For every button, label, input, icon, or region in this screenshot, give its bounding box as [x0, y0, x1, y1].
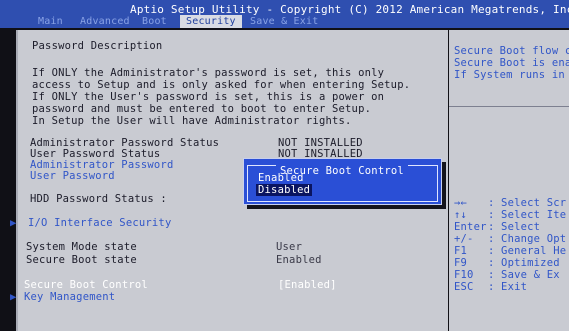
key-help-text: : Exit	[488, 281, 528, 293]
key-help-text: : Select Scr	[488, 197, 567, 209]
key-help-text: : Optimized	[488, 257, 560, 269]
submenu-arrow-icon: ▶	[10, 217, 17, 229]
key-help-text: : General He	[488, 245, 567, 257]
key-help-text: : Change Opt	[488, 233, 567, 245]
help-line: Secure Boot flow c	[454, 45, 569, 57]
tab-bar: Main Advanced Boot Security Save & Exit	[0, 15, 569, 28]
secure-boot-control-popup: Secure Boot Control Enabled Disabled	[243, 158, 442, 205]
help-line: If System runs in	[454, 69, 565, 81]
io-interface-security-item[interactable]: I/O Interface Security	[28, 217, 171, 229]
system-mode-label: System Mode state	[26, 241, 137, 253]
description-line: password and must be entered to boot to …	[32, 103, 372, 115]
key-f10: F10	[454, 269, 474, 281]
key-up-down-icon: ↑↓	[454, 209, 468, 221]
secure-boot-control-value[interactable]: [Enabled]	[278, 279, 337, 291]
description-line: access to Setup and is only asked for wh…	[32, 79, 411, 91]
secure-boot-state-label: Secure Boot state	[26, 254, 137, 266]
key-f9: F9	[454, 257, 468, 269]
popup-option-enabled[interactable]: Enabled	[258, 172, 304, 184]
secure-boot-control-item[interactable]: Secure Boot Control	[24, 279, 148, 291]
bios-screen: Aptio Setup Utility - Copyright (C) 2012…	[0, 0, 569, 331]
key-left-right-icon: →←	[454, 197, 468, 209]
tab-save-exit[interactable]: Save & Exit	[250, 15, 318, 28]
tab-boot[interactable]: Boot	[142, 15, 167, 28]
key-help-text: : Save & Ex	[488, 269, 560, 281]
key-help-text: : Select Ite	[488, 209, 567, 221]
tab-security[interactable]: Security	[180, 15, 242, 28]
section-title: Password Description	[32, 40, 163, 52]
help-panel: Secure Boot flow c Secure Boot is ena If…	[449, 30, 569, 331]
key-management-item[interactable]: Key Management	[24, 291, 115, 303]
help-divider	[449, 106, 569, 107]
key-f1: F1	[454, 245, 468, 257]
popup-option-disabled[interactable]: Disabled	[256, 184, 313, 196]
description-line: In Setup the User will have Administrato…	[32, 115, 352, 127]
description-line: If ONLY the Administrator's password is …	[32, 67, 385, 79]
key-esc: ESC	[454, 281, 474, 293]
key-enter: Enter	[454, 221, 487, 233]
key-help-text: : Select	[488, 221, 541, 233]
user-password-item[interactable]: User Password	[30, 170, 115, 182]
submenu-arrow-icon: ▶	[10, 291, 17, 303]
help-line: Secure Boot is ena	[454, 57, 569, 69]
system-mode-value: User	[276, 241, 303, 253]
tab-main[interactable]: Main	[38, 15, 63, 28]
tab-advanced[interactable]: Advanced	[80, 15, 130, 28]
title-bar: Aptio Setup Utility - Copyright (C) 2012…	[0, 0, 569, 28]
secure-boot-state-value: Enabled	[276, 254, 322, 266]
key-plus-minus: +/-	[454, 233, 474, 245]
hdd-status-label: HDD Password Status :	[30, 193, 167, 205]
description-line: If ONLY the User's password is set, this…	[32, 91, 385, 103]
